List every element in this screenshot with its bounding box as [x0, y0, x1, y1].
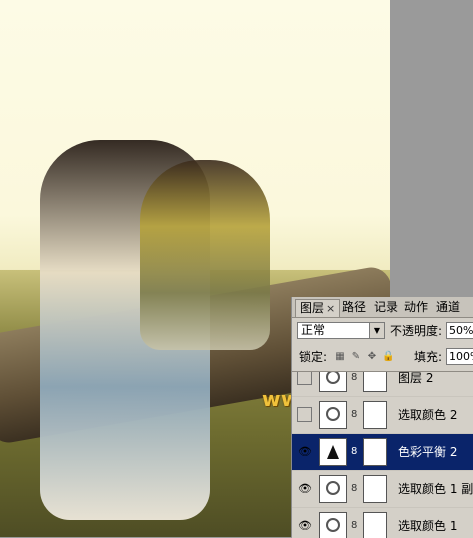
opacity-input[interactable]: 50%: [446, 322, 473, 339]
move-icon[interactable]: ✥: [366, 351, 378, 363]
layer-row[interactable]: 8 图层 2: [292, 371, 473, 397]
visibility-toggle[interactable]: [297, 372, 312, 385]
layer-name: 选取颜色 2: [398, 408, 458, 422]
tab-paths[interactable]: 路径: [342, 299, 366, 316]
blend-row: 正常 ▼ 不透明度: 50%: [292, 320, 473, 342]
adjustment-icon: [319, 372, 347, 392]
tab-layers[interactable]: 图层 ×: [295, 299, 341, 317]
layer-row[interactable]: 8 选取颜色 2: [292, 397, 473, 434]
lock-label: 锁定:: [299, 350, 328, 364]
blend-mode-value: 正常: [301, 323, 326, 337]
blend-mode-select[interactable]: 正常 ▼: [297, 322, 385, 339]
eye-icon[interactable]: 👁: [297, 481, 313, 497]
adjustment-icon: [319, 401, 347, 429]
layer-mask-thumb: [363, 512, 387, 538]
layer-mask-thumb: [363, 372, 387, 392]
fill-label: 填充:: [414, 350, 443, 364]
layer-mask-thumb: [363, 401, 387, 429]
eye-icon[interactable]: 👁: [297, 518, 313, 534]
lock-icon[interactable]: 🔒: [382, 351, 394, 363]
layer-name: 图层 2: [398, 371, 434, 385]
lock-row: 锁定: ▦ ✎ ✥ 🔒 填充: 100%: [292, 346, 473, 368]
layers-panel: 图层 × 路径 记录 动作 通道 正常 ▼ 不透明度: 50% 锁定: ▦ ✎ ✥…: [291, 297, 473, 538]
panel-tabs: 图层 × 路径 记录 动作 通道: [292, 297, 473, 318]
link-icon: 8: [351, 483, 358, 494]
brush-icon[interactable]: ✎: [350, 351, 362, 363]
adjustment-icon: [319, 512, 347, 538]
tab-actions[interactable]: 动作: [404, 299, 428, 316]
link-icon: 8: [351, 372, 358, 383]
boy-figure: [140, 160, 270, 350]
layer-name: 选取颜色 1: [398, 519, 458, 533]
visibility-toggle[interactable]: [297, 407, 312, 422]
opacity-label: 不透明度:: [390, 324, 443, 338]
layer-row[interactable]: 👁 8 色彩平衡 2: [292, 434, 473, 471]
layer-name: 选取颜色 1 副本: [398, 482, 473, 496]
checker-icon[interactable]: ▦: [334, 351, 346, 363]
color-balance-icon: [319, 438, 347, 466]
chevron-down-icon[interactable]: ▼: [369, 323, 384, 338]
link-icon: 8: [351, 409, 358, 420]
layer-row[interactable]: 👁 8 选取颜色 1: [292, 508, 473, 538]
link-icon: 8: [351, 520, 358, 531]
layers-list: 8 图层 2 8 选取颜色 2 👁 8 色彩平衡 2 👁 8 选取颜色 1 副本…: [292, 371, 473, 538]
layer-mask-thumb: [363, 475, 387, 503]
fill-input[interactable]: 100%: [446, 348, 473, 365]
layer-mask-thumb: [363, 438, 387, 466]
layer-name: 色彩平衡 2: [398, 445, 458, 459]
tab-history[interactable]: 记录: [374, 299, 398, 316]
adjustment-icon: [319, 475, 347, 503]
link-icon: 8: [351, 446, 358, 457]
layer-row[interactable]: 👁 8 选取颜色 1 副本: [292, 471, 473, 508]
tab-channels[interactable]: 通道: [436, 299, 460, 316]
tab-layers-label: 图层: [300, 301, 325, 315]
close-icon[interactable]: ×: [326, 302, 335, 315]
eye-icon[interactable]: 👁: [297, 444, 313, 460]
